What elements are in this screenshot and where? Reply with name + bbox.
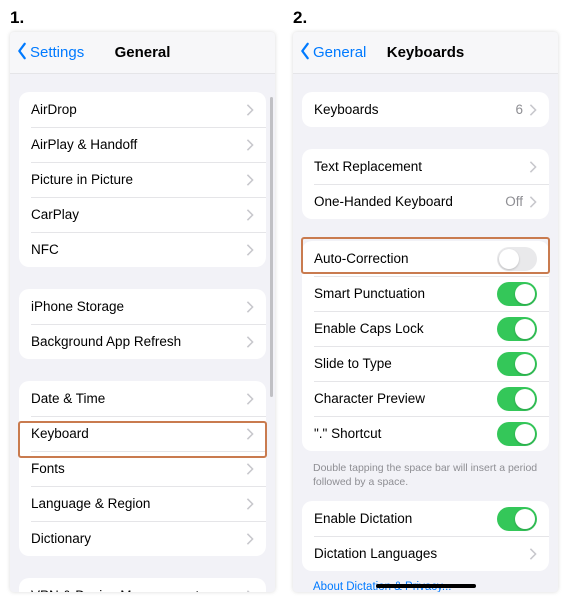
toggle-smart-punctuation[interactable]	[497, 282, 537, 306]
phone-panel-keyboards: General Keyboards Keyboards 6 Text Repla…	[293, 32, 558, 592]
chevron-right-icon	[246, 174, 254, 186]
settings-group: Keyboards 6	[302, 92, 549, 127]
row-date-time[interactable]: Date & Time	[19, 381, 266, 416]
row-label: AirDrop	[31, 102, 246, 117]
row-dictation-languages[interactable]: Dictation Languages	[302, 536, 549, 571]
row-label: VPN & Device Management	[31, 588, 246, 592]
row-label: NFC	[31, 242, 246, 257]
row-vpn-device-management[interactable]: VPN & Device Management	[19, 578, 266, 592]
row-label: Text Replacement	[314, 159, 529, 174]
back-button-general[interactable]: General	[299, 42, 366, 64]
row-character-preview: Character Preview	[302, 381, 549, 416]
row-carplay[interactable]: CarPlay	[19, 197, 266, 232]
group-footer-text: Double tapping the space bar will insert…	[293, 461, 558, 501]
toggle-character-preview[interactable]	[497, 387, 537, 411]
chevron-right-icon	[529, 196, 537, 208]
chevron-right-icon	[246, 209, 254, 221]
settings-group: iPhone Storage Background App Refresh	[19, 289, 266, 359]
toggle-period-shortcut[interactable]	[497, 422, 537, 446]
row-keyboard[interactable]: Keyboard	[19, 416, 266, 451]
row-label: Dictionary	[31, 531, 246, 546]
scrollbar[interactable]	[270, 97, 273, 397]
chevron-right-icon	[529, 161, 537, 173]
row-fonts[interactable]: Fonts	[19, 451, 266, 486]
row-smart-punctuation: Smart Punctuation	[302, 276, 549, 311]
row-label: Keyboards	[314, 102, 515, 117]
page-title: Keyboards	[387, 44, 465, 61]
nav-bar: Settings General	[10, 32, 275, 74]
row-label: Picture in Picture	[31, 172, 246, 187]
row-label: CarPlay	[31, 207, 246, 222]
back-label: General	[313, 44, 366, 61]
nav-bar: General Keyboards	[293, 32, 558, 74]
chevron-right-icon	[246, 463, 254, 475]
row-label: Auto-Correction	[314, 251, 497, 266]
row-label: AirPlay & Handoff	[31, 137, 246, 152]
settings-group: AirDrop AirPlay & Handoff Picture in Pic…	[19, 92, 266, 267]
settings-group: VPN & Device Management	[19, 578, 266, 592]
row-label: Enable Dictation	[314, 511, 497, 526]
row-label: One-Handed Keyboard	[314, 194, 505, 209]
chevron-right-icon	[246, 590, 254, 593]
chevron-right-icon	[246, 498, 254, 510]
chevron-right-icon	[246, 393, 254, 405]
settings-group: Date & Time Keyboard Fonts Language & Re…	[19, 381, 266, 556]
step-number-1: 1.	[10, 8, 275, 28]
home-indicator[interactable]	[376, 584, 476, 588]
row-label: Fonts	[31, 461, 246, 476]
chevron-left-icon	[299, 42, 313, 64]
chevron-right-icon	[246, 336, 254, 348]
row-label: Smart Punctuation	[314, 286, 497, 301]
row-one-handed-keyboard[interactable]: One-Handed Keyboard Off	[302, 184, 549, 219]
row-background-app-refresh[interactable]: Background App Refresh	[19, 324, 266, 359]
back-label: Settings	[30, 44, 84, 61]
row-slide-to-type: Slide to Type	[302, 346, 549, 381]
toggle-slide-to-type[interactable]	[497, 352, 537, 376]
settings-group: Auto-Correction Smart Punctuation Enable…	[302, 241, 549, 451]
phone-panel-general: Settings General AirDrop AirPlay & Hando…	[10, 32, 275, 592]
row-period-shortcut: "." Shortcut	[302, 416, 549, 451]
settings-group: Enable Dictation Dictation Languages	[302, 501, 549, 571]
chevron-right-icon	[246, 104, 254, 116]
page-title: General	[115, 44, 171, 61]
back-button-settings[interactable]: Settings	[16, 42, 84, 64]
row-value: 6	[515, 102, 523, 117]
toggle-auto-correction[interactable]	[497, 247, 537, 271]
row-value: Off	[505, 194, 523, 209]
chevron-right-icon	[246, 428, 254, 440]
row-language-region[interactable]: Language & Region	[19, 486, 266, 521]
chevron-right-icon	[246, 244, 254, 256]
row-picture-in-picture[interactable]: Picture in Picture	[19, 162, 266, 197]
row-enable-caps-lock: Enable Caps Lock	[302, 311, 549, 346]
row-dictionary[interactable]: Dictionary	[19, 521, 266, 556]
row-airdrop[interactable]: AirDrop	[19, 92, 266, 127]
row-label: Background App Refresh	[31, 334, 246, 349]
chevron-right-icon	[529, 104, 537, 116]
row-label: Keyboard	[31, 426, 246, 441]
chevron-right-icon	[246, 301, 254, 313]
chevron-right-icon	[246, 533, 254, 545]
row-keyboards[interactable]: Keyboards 6	[302, 92, 549, 127]
row-auto-correction: Auto-Correction	[302, 241, 549, 276]
toggle-enable-caps-lock[interactable]	[497, 317, 537, 341]
row-label: "." Shortcut	[314, 426, 497, 441]
row-label: Character Preview	[314, 391, 497, 406]
row-label: Enable Caps Lock	[314, 321, 497, 336]
settings-group: Text Replacement One-Handed Keyboard Off	[302, 149, 549, 219]
row-label: Date & Time	[31, 391, 246, 406]
row-airplay-handoff[interactable]: AirPlay & Handoff	[19, 127, 266, 162]
row-enable-dictation: Enable Dictation	[302, 501, 549, 536]
row-label: Language & Region	[31, 496, 246, 511]
chevron-right-icon	[246, 139, 254, 151]
row-label: Slide to Type	[314, 356, 497, 371]
step-number-2: 2.	[293, 8, 558, 28]
chevron-left-icon	[16, 42, 30, 64]
row-text-replacement[interactable]: Text Replacement	[302, 149, 549, 184]
row-label: Dictation Languages	[314, 546, 529, 561]
row-nfc[interactable]: NFC	[19, 232, 266, 267]
row-iphone-storage[interactable]: iPhone Storage	[19, 289, 266, 324]
chevron-right-icon	[529, 548, 537, 560]
toggle-enable-dictation[interactable]	[497, 507, 537, 531]
row-label: iPhone Storage	[31, 299, 246, 314]
